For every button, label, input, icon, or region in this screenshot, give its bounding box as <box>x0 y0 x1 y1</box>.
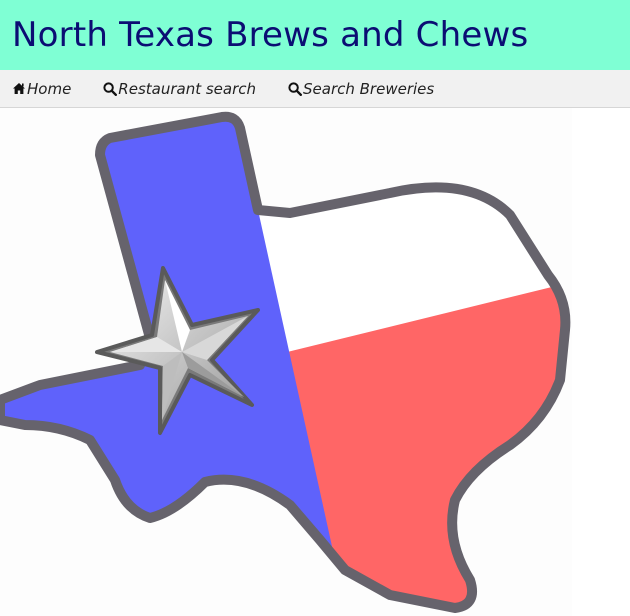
site-title: North Texas Brews and Chews <box>12 15 529 55</box>
search-icon <box>103 81 118 96</box>
main-content <box>0 108 630 616</box>
nav-restaurant-search-link[interactable]: Restaurant search <box>103 80 256 98</box>
site-header: North Texas Brews and Chews <box>0 0 630 70</box>
nav-bar: Home Restaurant search Search Breweries <box>0 70 630 108</box>
nav-search-breweries-label: Search Breweries <box>303 79 435 98</box>
nav-search-breweries-link[interactable]: Search Breweries <box>288 80 434 98</box>
home-icon <box>13 83 25 94</box>
nav-home-label: Home <box>27 79 72 98</box>
search-icon <box>288 81 303 96</box>
nav-restaurant-search-label: Restaurant search <box>118 79 257 98</box>
texas-flag-map-logo <box>0 108 572 616</box>
nav-home-link[interactable]: Home <box>12 80 71 98</box>
